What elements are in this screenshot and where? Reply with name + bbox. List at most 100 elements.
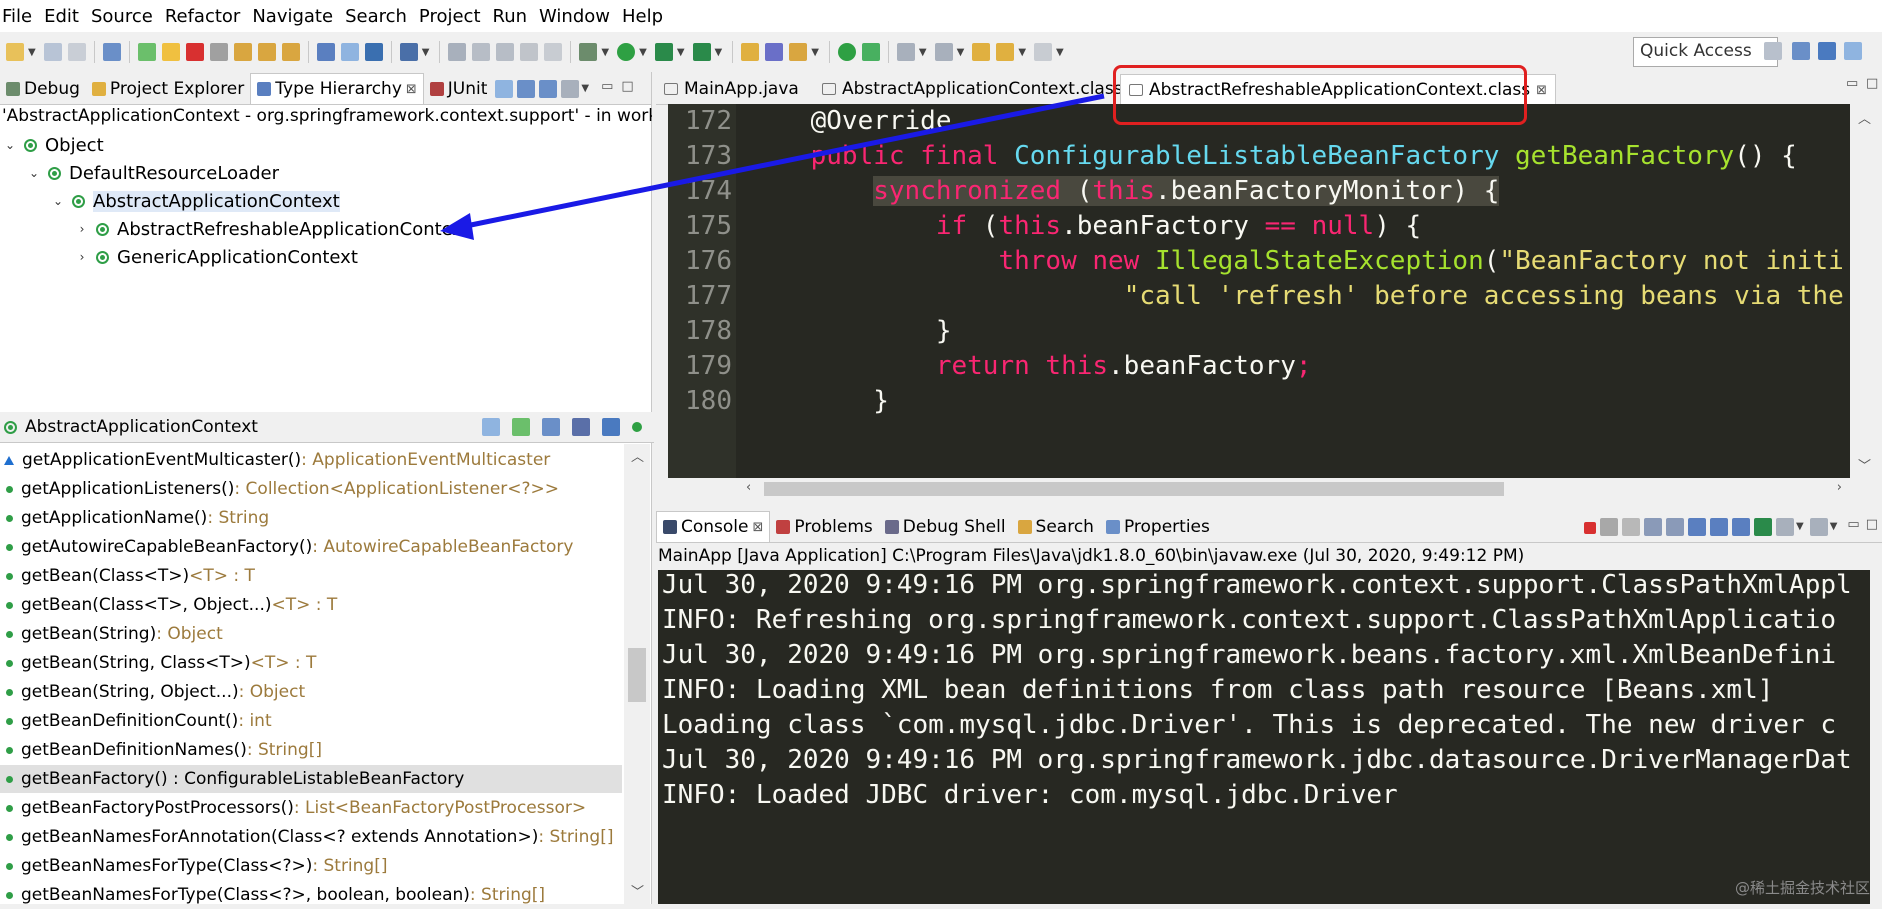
tab-console[interactable]: Console ⊠ (656, 511, 771, 542)
word-wrap-icon[interactable] (1688, 518, 1706, 536)
code-editor[interactable]: 172 173 174 175 176 177 178 179 180 @Override pu… (668, 104, 1850, 478)
save-icon[interactable] (43, 43, 62, 61)
clear-console-icon[interactable] (1644, 518, 1662, 536)
member-item[interactable]: getBeanNamesForType(Class<?>) : String[] (0, 852, 622, 880)
tree-node-abstract-application-context[interactable]: ⌄ AbstractApplicationContext (52, 188, 340, 214)
open-type-icon[interactable] (399, 43, 418, 61)
member-item[interactable]: getBean(String, Class<T>) <T> : T (0, 649, 622, 677)
hide-fields-icon[interactable] (572, 418, 590, 436)
skip-breakpoints-icon[interactable] (102, 43, 121, 61)
remove-all-terminated-icon[interactable] (1622, 518, 1640, 536)
external-tools-icon[interactable] (692, 43, 711, 61)
terminate-icon[interactable] (185, 43, 204, 61)
use-step-filters-icon[interactable] (340, 43, 359, 61)
chevron-down-icon[interactable]: ▼ (601, 47, 609, 58)
menu-help[interactable]: Help (616, 6, 669, 27)
expand-icon[interactable]: › (76, 222, 88, 236)
maximize-icon[interactable]: □ (1866, 76, 1878, 91)
disconnect-icon[interactable] (209, 43, 228, 61)
open-perspective-icon[interactable] (364, 43, 383, 61)
tree-node-abstract-refreshable-application-context[interactable]: › AbstractRefreshableApplicationContext (76, 216, 471, 242)
java-ee-perspective-icon[interactable] (1792, 42, 1810, 60)
editor-horizontal-scrollbar[interactable]: ‹ › (668, 478, 1850, 500)
edit-icon[interactable] (472, 43, 491, 61)
scroll-lock-icon[interactable] (1666, 518, 1684, 536)
expand-icon[interactable]: ⌄ (28, 166, 40, 180)
tab-debug[interactable]: Debug (0, 74, 86, 104)
member-item[interactable]: getBeanNamesForAnnotation(Class<? extend… (0, 823, 622, 851)
lock-view-icon[interactable] (482, 418, 500, 436)
editor-overview-ruler[interactable]: ︿ ﹀ (1850, 104, 1882, 478)
display-console-icon[interactable] (1776, 518, 1794, 536)
chevron-down-icon[interactable]: ▼ (28, 47, 36, 58)
new-java-project-icon[interactable] (741, 43, 760, 61)
member-item[interactable]: getBean(String, Object...) : Object (0, 678, 622, 706)
open-perspective-icon[interactable] (1764, 42, 1782, 60)
hide-non-public-icon[interactable] (632, 422, 642, 432)
terminate-icon[interactable] (1584, 522, 1596, 534)
maximize-icon[interactable]: □ (621, 79, 633, 94)
step-return-icon[interactable] (281, 43, 300, 61)
show-on-stdout-icon[interactable] (1710, 518, 1728, 536)
scroll-up-icon[interactable]: ︿ (631, 446, 644, 465)
show-whitespace-icon[interactable] (544, 43, 563, 61)
hide-static-icon[interactable] (602, 418, 620, 436)
menu-edit[interactable]: Edit (38, 6, 85, 27)
run-icon[interactable] (617, 43, 636, 61)
tab-project-explorer[interactable]: Project Explorer (86, 74, 250, 104)
chevron-down-icon[interactable]: ▼ (1018, 47, 1026, 58)
menu-file[interactable]: File (0, 6, 38, 27)
show-on-stderr-icon[interactable] (1732, 518, 1750, 536)
member-item[interactable]: getBeanDefinitionNames() : String[] (0, 736, 622, 764)
scrollbar-thumb[interactable] (764, 482, 1504, 496)
tab-junit[interactable]: JUnit (424, 74, 494, 104)
member-item[interactable]: getApplicationEventMulticaster() : Appli… (0, 446, 622, 474)
suspend-icon[interactable] (161, 43, 180, 61)
scroll-left-icon[interactable]: ‹ (746, 480, 751, 495)
pin-console-icon[interactable] (1754, 518, 1772, 536)
new-icon[interactable] (6, 43, 24, 61)
new-class-icon[interactable] (789, 43, 808, 61)
coverage-icon[interactable] (654, 43, 673, 61)
expand-icon[interactable]: ⌄ (4, 138, 16, 152)
expand-icon[interactable]: › (76, 250, 88, 264)
chevron-down-icon[interactable]: ▼ (639, 47, 647, 58)
tab-mainapp-java[interactable]: MainApp.java (656, 74, 807, 104)
member-item[interactable]: getAutowireCapableBeanFactory() : Autowi… (0, 533, 622, 561)
history-icon[interactable] (561, 80, 580, 98)
minimize-icon[interactable]: ▭ (1846, 76, 1858, 91)
quick-access-input[interactable]: Quick Access (1633, 37, 1778, 67)
member-item[interactable]: getBean(Class<T>) <T> : T (0, 562, 622, 590)
tab-debug-shell[interactable]: Debug Shell (879, 512, 1012, 542)
member-item[interactable]: getBeanDefinitionCount() : int (0, 707, 622, 735)
sort-members-icon[interactable] (542, 418, 560, 436)
menu-run[interactable]: Run (487, 6, 534, 27)
last-edit-location-icon[interactable] (972, 43, 991, 61)
block-select-icon[interactable] (496, 43, 515, 61)
show-subtype-hierarchy-icon[interactable] (539, 80, 558, 98)
chevron-down-icon[interactable]: ▼ (677, 47, 685, 58)
members-scrollbar[interactable]: ︿ ﹀ (624, 444, 650, 904)
menu-project[interactable]: Project (413, 6, 487, 27)
member-item[interactable]: getApplicationName() : String (0, 504, 622, 532)
terminate-relaunch-icon[interactable] (861, 43, 880, 61)
show-type-hierarchy-icon[interactable] (495, 80, 514, 98)
expand-icon[interactable]: ⌄ (52, 194, 64, 208)
scroll-right-icon[interactable]: › (1837, 480, 1842, 495)
tab-search[interactable]: Search (1012, 512, 1100, 542)
chevron-down-icon[interactable]: ▼ (1056, 47, 1064, 58)
chevron-down-icon[interactable]: ▼ (957, 47, 965, 58)
new-package-icon[interactable] (765, 43, 784, 61)
member-item[interactable]: getBeanNamesForType(Class<?>, boolean, b… (0, 881, 622, 909)
debug-perspective-icon[interactable] (1844, 42, 1862, 60)
member-item[interactable]: getBeanFactoryPostProcessors() : List<Be… (0, 794, 622, 822)
show-inherited-members-icon[interactable] (512, 418, 530, 436)
forward-icon[interactable] (1034, 43, 1053, 61)
scroll-down-icon[interactable]: ﹀ (631, 881, 644, 900)
maximize-icon[interactable]: □ (1866, 517, 1878, 532)
chevron-down-icon[interactable]: ▼ (422, 47, 430, 58)
tab-abstract-application-context-class[interactable]: AbstractApplicationContext.class (814, 74, 1131, 104)
close-icon[interactable]: ⊠ (406, 82, 417, 97)
chevron-down-icon[interactable]: ▼ (811, 47, 819, 58)
tab-type-hierarchy[interactable]: Type Hierarchy ⊠ (250, 73, 424, 104)
